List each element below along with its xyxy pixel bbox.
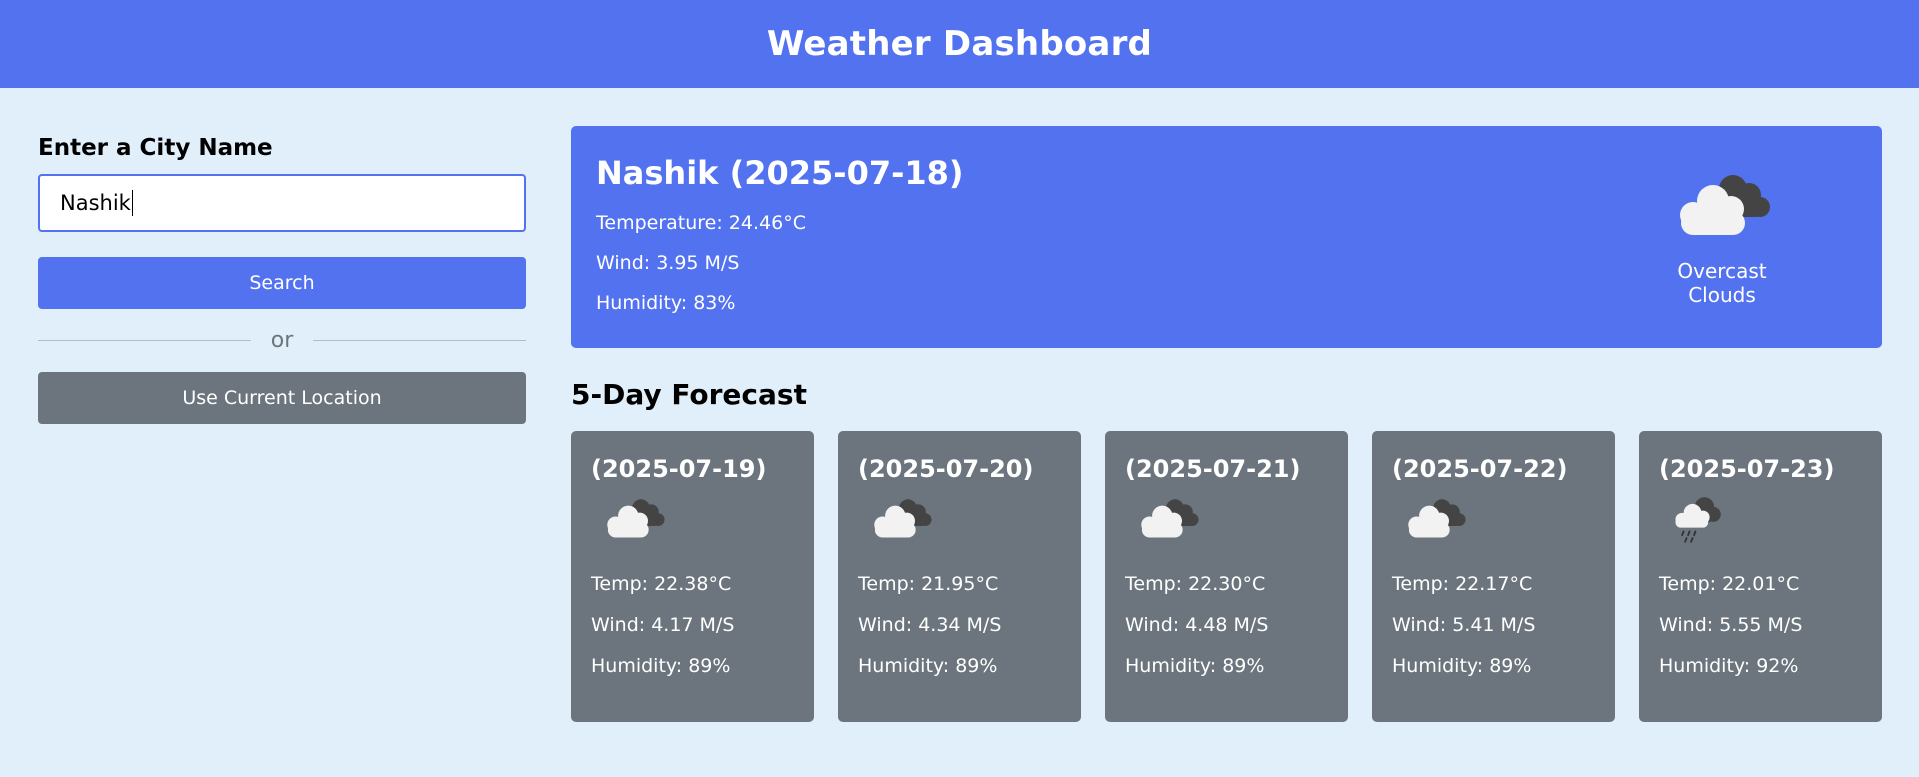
forecast-wind: Wind: 5.41 M/S — [1392, 614, 1536, 636]
forecast-wind: Wind: 4.17 M/S — [591, 614, 735, 636]
current-weather-card: Nashik (2025-07-18) Temperature: 24.46°C… — [571, 126, 1882, 348]
search-button[interactable]: Search — [38, 257, 526, 309]
forecast-card: (2025-07-23) Temp: 22.01°C Wind: 5.55 M/… — [1639, 431, 1882, 722]
forecast-humidity: Humidity: 92% — [1659, 655, 1799, 677]
forecast-icon-wrap — [1400, 495, 1596, 561]
city-search-input[interactable]: Nashik — [38, 174, 526, 232]
forecast-humidity: Humidity: 89% — [591, 655, 731, 677]
forecast-date: (2025-07-20) — [858, 455, 1034, 483]
forecast-cards: (2025-07-19) Temp: 22.38°C Wind: 4.17 M/ — [571, 431, 1882, 722]
weather-panel: Nashik (2025-07-18) Temperature: 24.46°C… — [571, 126, 1882, 722]
current-weather-icon-block: Overcast Clouds — [1642, 171, 1802, 307]
forecast-date: (2025-07-22) — [1392, 455, 1568, 483]
overcast-clouds-icon — [1680, 175, 1770, 235]
separator-text: or — [270, 328, 294, 353]
forecast-humidity: Humidity: 89% — [1392, 655, 1532, 677]
forecast-icon-wrap — [1667, 495, 1863, 561]
separator-line-right — [313, 340, 526, 341]
forecast-wind: Wind: 4.48 M/S — [1125, 614, 1269, 636]
forecast-card: (2025-07-21) Temp: 22.30°C Wind: 4.48 M/ — [1105, 431, 1348, 722]
forecast-temp: Temp: 22.01°C — [1659, 573, 1800, 595]
forecast-date: (2025-07-21) — [1125, 455, 1301, 483]
forecast-title: 5-Day Forecast — [571, 378, 807, 411]
forecast-temp: Temp: 21.95°C — [858, 573, 999, 595]
forecast-icon-wrap — [866, 495, 1062, 561]
forecast-date: (2025-07-19) — [591, 455, 767, 483]
app-header: Weather Dashboard — [0, 0, 1919, 88]
forecast-card: (2025-07-19) Temp: 22.38°C Wind: 4.17 M/ — [571, 431, 814, 722]
forecast-card: (2025-07-22) Temp: 22.17°C Wind: 5.41 M/ — [1372, 431, 1615, 722]
forecast-icon-wrap — [599, 495, 795, 561]
search-panel: Enter a City Name Nashik Search or Use C… — [38, 126, 526, 722]
broken-clouds-icon — [607, 499, 665, 538]
forecast-temp: Temp: 22.30°C — [1125, 573, 1266, 595]
forecast-humidity: Humidity: 89% — [858, 655, 998, 677]
forecast-wind: Wind: 5.55 M/S — [1659, 614, 1803, 636]
separator-line-left — [38, 340, 251, 341]
city-input-value: Nashik — [60, 191, 131, 215]
page-title: Weather Dashboard — [766, 24, 1153, 64]
text-cursor — [131, 190, 133, 216]
forecast-icon-wrap — [1133, 495, 1329, 561]
forecast-temp: Temp: 22.17°C — [1392, 573, 1533, 595]
current-condition: Overcast Clouds — [1677, 259, 1767, 307]
forecast-date: (2025-07-23) — [1659, 455, 1835, 483]
broken-clouds-icon — [874, 499, 932, 538]
forecast-card: (2025-07-20) Temp: 21.95°C Wind: 4.34 M/ — [838, 431, 1081, 722]
forecast-wind: Wind: 4.34 M/S — [858, 614, 1002, 636]
or-separator: or — [38, 309, 526, 372]
broken-clouds-icon — [1141, 499, 1199, 538]
rain-icon — [1675, 497, 1721, 543]
city-input-label: Enter a City Name — [38, 135, 273, 161]
use-current-location-button[interactable]: Use Current Location — [38, 372, 526, 424]
forecast-temp: Temp: 22.38°C — [591, 573, 732, 595]
dashboard-body: Enter a City Name Nashik Search or Use C… — [0, 88, 1919, 722]
forecast-humidity: Humidity: 89% — [1125, 655, 1265, 677]
broken-clouds-icon — [1408, 499, 1466, 538]
